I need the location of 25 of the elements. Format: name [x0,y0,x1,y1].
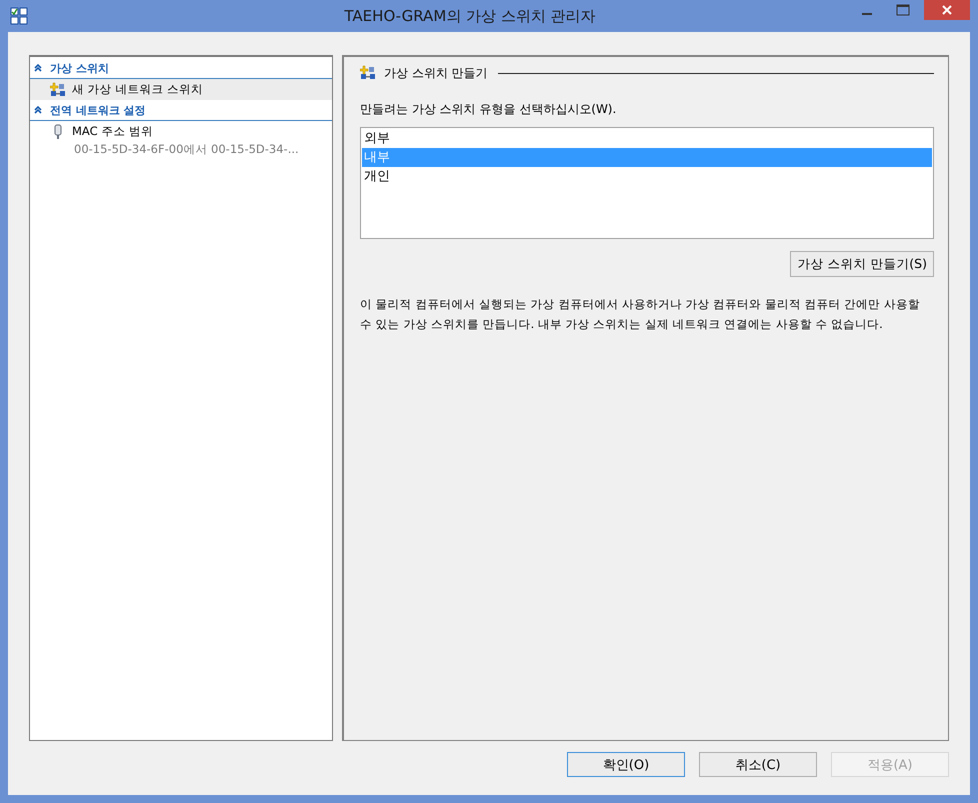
section-title: 전역 네트워크 설정 [50,102,146,118]
item-detail: 00-15-5D-34-6F-00에서 00-15-5D-34-... [73,142,300,157]
item-label: 새 가상 네트워크 스위치 [72,82,203,97]
switch-type-list[interactable]: 외부 내부 개인 [360,127,934,239]
group-title: 가상 스위치 만들기 [384,64,488,82]
list-option[interactable]: 외부 [362,129,932,148]
dialog-button[interactable]: 취소(C) [699,752,817,777]
prompt-label: 만들려는 가상 스위치 유형을 선택하십시오(W). [360,101,618,118]
app-icon [10,7,28,25]
section-header[interactable]: 전역 네트워크 설정 [30,100,332,121]
maximize-icon [896,4,910,16]
sidebar-item[interactable]: 새 가상 네트워크 스위치 [30,79,332,100]
switch-icon [50,82,66,98]
close-button[interactable] [924,0,970,20]
close-icon [941,4,953,16]
minimize-icon [862,12,872,14]
section-title: 가상 스위치 [50,60,109,76]
dialog-button[interactable]: 확인(O) [567,752,685,777]
sidebar-item[interactable]: MAC 주소 범위 00-15-5D-34-6F-00에서 00-15-5D-34-... [30,121,332,159]
item-label: MAC 주소 범위 [72,124,153,139]
switch-icon [360,65,376,81]
description-text: 이 물리적 컴퓨터에서 실행되는 가상 컴퓨터에서 사용하거나 가상 컴퓨터와 물리적 컴퓨터 간에만 사용할 수 있는 가상 스위치를 만듭니다. 내부 가상 스위치는 실제 네트워크 연결에는 사용할 수 없습니다. [360,296,921,333]
create-switch-button[interactable]: 가상 스위치 만들기(S) [790,251,934,277]
list-option[interactable]: 개인 [362,167,932,186]
window-title: TAEHO-GRAM의 가상 스위치 관리자 [343,6,597,26]
